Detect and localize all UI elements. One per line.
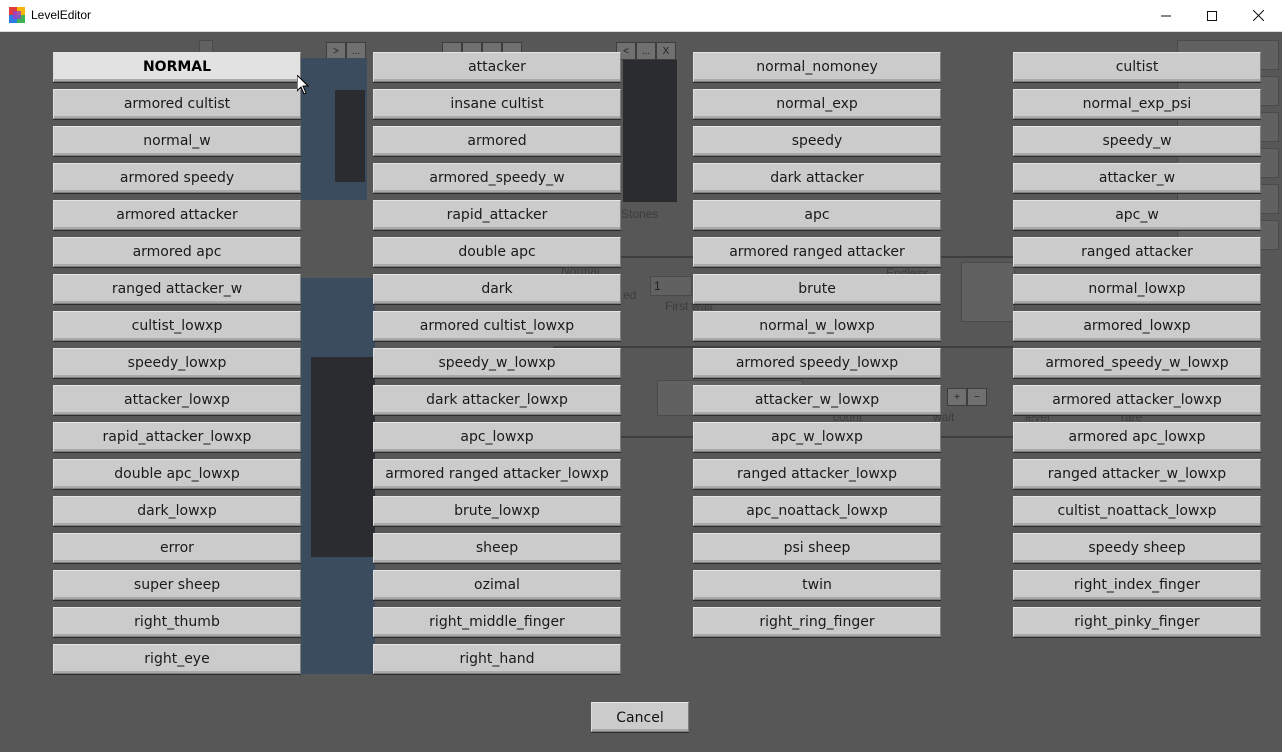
enemy-type-option[interactable]: armored apc	[53, 237, 301, 267]
enemy-type-option[interactable]: apc_noattack_lowxp	[693, 496, 941, 526]
minimize-button[interactable]	[1143, 0, 1189, 31]
enemy-type-option[interactable]: normal_exp	[693, 89, 941, 119]
enemy-type-option[interactable]: super sheep	[53, 570, 301, 600]
enemy-type-option[interactable]: cultist	[1013, 52, 1261, 82]
enemy-type-option[interactable]: ranged attacker_w	[53, 274, 301, 304]
enemy-type-option[interactable]: right_ring_finger	[693, 607, 941, 637]
bg-big-button	[961, 262, 1015, 322]
enemy-type-option[interactable]: double apc	[373, 237, 621, 267]
enemy-type-column-4: cultist normal_exp_psi speedy_w attacker_wa…	[1013, 52, 1261, 644]
enemy-type-option[interactable]: armored ranged attacker_lowxp	[373, 459, 621, 489]
enemy-type-option[interactable]: normal_nomoney	[693, 52, 941, 82]
enemy-type-option[interactable]: speedy	[693, 126, 941, 156]
bg-tile-shadow	[335, 90, 365, 182]
enemy-type-option[interactable]: armored_speedy_w_lowxp	[1013, 348, 1261, 378]
bg-nav-close: X	[656, 42, 676, 60]
enemy-type-option[interactable]: armored_lowxp	[1013, 311, 1261, 341]
enemy-type-option[interactable]: normal_exp_psi	[1013, 89, 1261, 119]
enemy-type-option[interactable]: insane cultist	[373, 89, 621, 119]
window-title: LevelEditor	[31, 8, 92, 22]
enemy-type-option[interactable]: armored attacker_lowxp	[1013, 385, 1261, 415]
enemy-type-option[interactable]: rapid_attacker_lowxp	[53, 422, 301, 452]
enemy-type-option[interactable]: dark	[373, 274, 621, 304]
bg-first-wait-field: 1	[650, 276, 692, 296]
enemy-type-option[interactable]: normal_w_lowxp	[693, 311, 941, 341]
enemy-type-option[interactable]: double apc_lowxp	[53, 459, 301, 489]
enemy-type-option[interactable]: brute_lowxp	[373, 496, 621, 526]
bg-label-ed: ed	[623, 288, 637, 302]
enemy-type-option[interactable]: dark attacker_lowxp	[373, 385, 621, 415]
enemy-type-option[interactable]: speedy_w_lowxp	[373, 348, 621, 378]
bg-label-stones: Stones	[621, 207, 659, 221]
enemy-type-option[interactable]: dark_lowxp	[53, 496, 301, 526]
enemy-type-option[interactable]: attacker_w_lowxp	[693, 385, 941, 415]
enemy-type-option[interactable]: right_thumb	[53, 607, 301, 637]
enemy-type-option[interactable]: ozimal	[373, 570, 621, 600]
enemy-type-option[interactable]: ranged attacker_w_lowxp	[1013, 459, 1261, 489]
enemy-type-option[interactable]: right_hand	[373, 644, 621, 674]
close-icon	[1252, 10, 1264, 21]
bg-stone-preview	[623, 60, 677, 202]
minimize-icon	[1161, 15, 1171, 16]
enemy-type-option[interactable]: armored apc_lowxp	[1013, 422, 1261, 452]
enemy-type-option[interactable]: armored ranged attacker	[693, 237, 941, 267]
enemy-type-option[interactable]: NORMAL	[53, 52, 301, 82]
enemy-type-option[interactable]: attacker_lowxp	[53, 385, 301, 415]
enemy-type-option[interactable]: speedy_w	[1013, 126, 1261, 156]
enemy-type-option[interactable]: apc_w_lowxp	[693, 422, 941, 452]
enemy-type-option[interactable]: ranged attacker_lowxp	[693, 459, 941, 489]
enemy-type-option[interactable]: apc	[693, 200, 941, 230]
enemy-type-option[interactable]: normal_lowxp	[1013, 274, 1261, 304]
enemy-type-option[interactable]: speedy_lowxp	[53, 348, 301, 378]
enemy-type-column-1: NORMAL armored cultist normal_warmored spe…	[53, 52, 301, 681]
enemy-type-option[interactable]: right_eye	[53, 644, 301, 674]
enemy-type-option[interactable]: armored	[373, 126, 621, 156]
bg-plus: +	[947, 388, 967, 406]
enemy-type-option[interactable]: right_middle_finger	[373, 607, 621, 637]
enemy-type-option[interactable]: normal_w	[53, 126, 301, 156]
enemy-type-option[interactable]: ranged attacker	[1013, 237, 1261, 267]
bg-map-dark	[311, 357, 375, 557]
enemy-type-column-3: normal_nomoney normal_expspeedy dark attac…	[693, 52, 941, 644]
enemy-type-column-2: attacker insane cultist armored armored_spe…	[373, 52, 621, 681]
enemy-type-option[interactable]: armored speedy	[53, 163, 301, 193]
enemy-type-option[interactable]: twin	[693, 570, 941, 600]
enemy-type-option[interactable]: brute	[693, 274, 941, 304]
cancel-button[interactable]: Cancel	[591, 702, 689, 732]
enemy-type-option[interactable]: dark attacker	[693, 163, 941, 193]
close-button[interactable]	[1235, 0, 1281, 31]
enemy-type-option[interactable]: sheep	[373, 533, 621, 563]
bg-minus: −	[967, 388, 987, 406]
enemy-type-option[interactable]: cultist_noattack_lowxp	[1013, 496, 1261, 526]
enemy-type-option[interactable]: rapid_attacker	[373, 200, 621, 230]
maximize-button[interactable]	[1189, 0, 1235, 31]
enemy-type-option[interactable]: psi sheep	[693, 533, 941, 563]
enemy-type-option[interactable]: armored cultist_lowxp	[373, 311, 621, 341]
enemy-type-option[interactable]: armored_speedy_w	[373, 163, 621, 193]
app-logo-icon	[9, 7, 25, 23]
enemy-type-option[interactable]: armored speedy_lowxp	[693, 348, 941, 378]
enemy-type-option[interactable]: speedy sheep	[1013, 533, 1261, 563]
enemy-type-option[interactable]: right_index_finger	[1013, 570, 1261, 600]
enemy-type-option[interactable]: right_pinky_finger	[1013, 607, 1261, 637]
enemy-type-option[interactable]: error	[53, 533, 301, 563]
enemy-type-option[interactable]: attacker_w	[1013, 163, 1261, 193]
enemy-type-option[interactable]: apc_w	[1013, 200, 1261, 230]
enemy-type-option[interactable]: armored attacker	[53, 200, 301, 230]
enemy-type-option[interactable]: attacker	[373, 52, 621, 82]
enemy-type-option[interactable]: armored cultist	[53, 89, 301, 119]
maximize-icon	[1207, 10, 1217, 21]
enemy-type-option[interactable]: apc_lowxp	[373, 422, 621, 452]
editor-client-area: > ... < ... X Stones Normal ed 1 First w…	[1, 32, 1281, 751]
enemy-type-option[interactable]: cultist_lowxp	[53, 311, 301, 341]
mouse-cursor-icon	[297, 75, 309, 95]
title-bar: LevelEditor	[0, 0, 1282, 32]
bg-nav-more2: ...	[636, 42, 656, 60]
